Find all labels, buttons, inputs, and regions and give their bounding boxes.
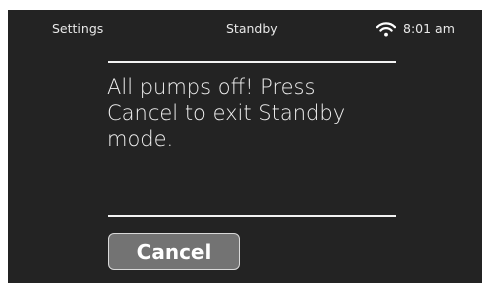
status-bar: Settings Standby 8:01 am (8, 10, 482, 48)
wifi-icon (375, 22, 397, 37)
cancel-button[interactable]: Cancel (108, 233, 240, 270)
top-divider (108, 61, 396, 63)
device-screen: Settings Standby 8:01 am All pumps off! … (8, 10, 482, 283)
bottom-divider (108, 215, 396, 217)
clock-time: 8:01 am (403, 21, 455, 36)
settings-link[interactable]: Settings (52, 21, 103, 36)
screen-title: Standby (226, 21, 278, 36)
standby-message: All pumps off! Press Cancel to exit Stan… (107, 75, 346, 151)
